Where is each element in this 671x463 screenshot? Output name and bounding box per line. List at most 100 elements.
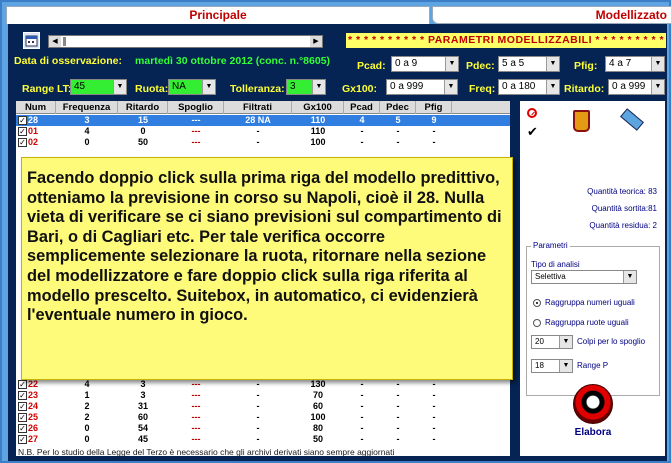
table-row[interactable]: ✓ 22 4 3 --- -130- - - (16, 379, 510, 390)
table-row[interactable]: ✓ 25 2 60 --- -100- - - (16, 412, 510, 423)
column-header[interactable]: Pcad (344, 101, 380, 114)
cell-rit: 3 (140, 390, 146, 400)
cell-freq: 1 (84, 390, 90, 400)
cell-freq: 2 (84, 401, 90, 411)
chevron-down-icon[interactable]: ▼ (651, 80, 664, 94)
cell-num: 02 (28, 137, 39, 147)
bucket-icon[interactable] (573, 110, 590, 132)
column-header[interactable]: Pdec (380, 101, 416, 114)
table-row[interactable]: ✓ 26 0 54 --- -80- - - (16, 423, 510, 434)
chevron-down-icon[interactable]: ▼ (546, 57, 559, 71)
cell-pdec: - (396, 390, 400, 400)
cell-freq: 4 (84, 379, 90, 389)
cell-spoglio: --- (191, 379, 201, 389)
tab-modellizzato[interactable]: Modellizzato (432, 6, 671, 24)
cell-filtrati: - (256, 137, 260, 147)
window-frame: Principale Modellizzato ◀ ▶ * * * * * * … (0, 0, 671, 463)
calendar-icon[interactable] (23, 32, 40, 49)
pcad-select[interactable]: 0 a 9 ▼ (391, 56, 459, 72)
cell-pcad: - (360, 423, 364, 433)
tipo-analisi-select[interactable]: Selettiva ▼ (531, 270, 637, 284)
cell-pcad: - (360, 379, 364, 389)
chevron-down-icon[interactable]: ▼ (559, 336, 572, 348)
cell-pdec: 5 (395, 115, 401, 125)
tolleranza-select[interactable]: 3 ▼ (286, 79, 326, 95)
radio-raggruppa-ruote-label[interactable]: Raggruppa ruote uguali (545, 318, 629, 327)
table-row[interactable]: ✓ 23 1 3 --- -70- - - (16, 390, 510, 401)
pfig-select[interactable]: 4 a 7 ▼ (605, 56, 665, 72)
cell-freq: 0 (84, 434, 90, 444)
date-label: Data di osservazione: (14, 55, 122, 67)
cell-pdec: - (396, 126, 400, 136)
column-header[interactable]: Num (16, 101, 56, 114)
date-scrollbar[interactable]: ◀ ▶ (48, 35, 323, 48)
cell-freq: 0 (84, 137, 90, 147)
scroll-left-arrow-icon[interactable]: ◀ (49, 36, 61, 47)
checkmark-icon[interactable]: ✔ (527, 124, 538, 140)
radio-raggruppa-ruote[interactable] (533, 319, 541, 327)
cell-gx: 80 (312, 423, 323, 433)
column-header[interactable]: Frequenza (56, 101, 118, 114)
cell-spoglio: --- (191, 412, 201, 422)
cell-pfig: - (432, 412, 436, 422)
colpi-value: 20 (535, 337, 544, 346)
gx100-select[interactable]: 0 a 999 ▼ (386, 79, 458, 95)
column-header[interactable]: Gx100 (292, 101, 344, 114)
cell-gx: 110 (310, 126, 326, 136)
chevron-down-icon[interactable]: ▼ (546, 80, 559, 94)
chevron-down-icon[interactable]: ▼ (445, 57, 458, 71)
table-header: Num Frequenza Ritardo Spoglio Filtrati G… (16, 101, 510, 114)
column-header[interactable]: Ritardo (118, 101, 168, 114)
cancel-icon[interactable] (527, 108, 537, 118)
chevron-down-icon[interactable]: ▼ (444, 80, 457, 94)
cell-pfig: - (432, 423, 436, 433)
quantita-residua: Quantità residua: 2 (589, 221, 657, 230)
table-row[interactable]: ✓ 24 2 31 --- -60- - - (16, 401, 510, 412)
freq-label: Freq: (469, 83, 496, 95)
right-panel: ✔ Quantità teorica: 83 Quantità sortita:… (520, 101, 665, 456)
cell-freq: 0 (84, 423, 90, 433)
cell-num: 01 (28, 126, 39, 136)
chevron-down-icon[interactable]: ▼ (312, 80, 325, 94)
ruota-select[interactable]: NA ▼ (168, 79, 216, 95)
pcad-label: Pcad: (357, 60, 386, 72)
cell-num: 27 (28, 434, 39, 444)
elabora-button[interactable]: Elabora (570, 384, 616, 454)
cell-gx: 60 (312, 401, 323, 411)
cell-num: 24 (28, 401, 39, 411)
range-lt-value: 45 (74, 81, 86, 92)
table-row[interactable]: ✓ 28 3 15 --- 28 NA 110 4 5 9 (16, 115, 510, 126)
radio-raggruppa-numeri-label[interactable]: Raggruppa numeri uguali (545, 298, 635, 307)
cell-num: 22 (28, 379, 39, 389)
scroll-right-arrow-icon[interactable]: ▶ (310, 36, 322, 47)
cell-gx: 100 (310, 412, 326, 422)
chevron-down-icon[interactable]: ▼ (559, 360, 572, 372)
eraser-icon[interactable] (620, 108, 644, 131)
range-p-select[interactable]: 18 ▼ (531, 359, 573, 373)
pdec-label: Pdec: (466, 60, 495, 72)
cell-filtrati: 28 NA (245, 115, 271, 125)
freq-select[interactable]: 0 a 180 ▼ (498, 79, 560, 95)
table-row[interactable]: ✓ 01 4 0 --- -110- - - (16, 126, 510, 137)
table-row[interactable]: ✓ 02 0 50 --- -100- - - (16, 137, 510, 148)
chevron-down-icon[interactable]: ▼ (113, 80, 126, 94)
pdec-select[interactable]: 5 a 5 ▼ (498, 56, 560, 72)
cell-filtrati: - (256, 401, 260, 411)
radio-raggruppa-numeri[interactable] (533, 299, 541, 307)
chevron-down-icon[interactable]: ▼ (202, 80, 215, 94)
scroll-thumb[interactable] (63, 37, 66, 46)
colpi-select[interactable]: 20 ▼ (531, 335, 573, 349)
ritardo-select[interactable]: 0 a 999 ▼ (608, 79, 665, 95)
column-header[interactable]: Spoglio (168, 101, 224, 114)
cell-num: 23 (28, 390, 39, 400)
table-row[interactable]: ✓ 27 0 45 --- -50- - - (16, 434, 510, 445)
cell-filtrati: - (256, 412, 260, 422)
parametri-title: * * * * * * * * * * PARAMETRI MODELLIZZA… (346, 33, 666, 48)
tab-principale[interactable]: Principale (6, 6, 430, 24)
chevron-down-icon[interactable]: ▼ (623, 271, 636, 283)
column-header[interactable]: Filtrati (224, 101, 292, 114)
column-header[interactable]: Pfig (416, 101, 452, 114)
range-lt-select[interactable]: 45 ▼ (70, 79, 127, 95)
cell-rit: 50 (137, 137, 148, 147)
chevron-down-icon[interactable]: ▼ (651, 57, 664, 71)
